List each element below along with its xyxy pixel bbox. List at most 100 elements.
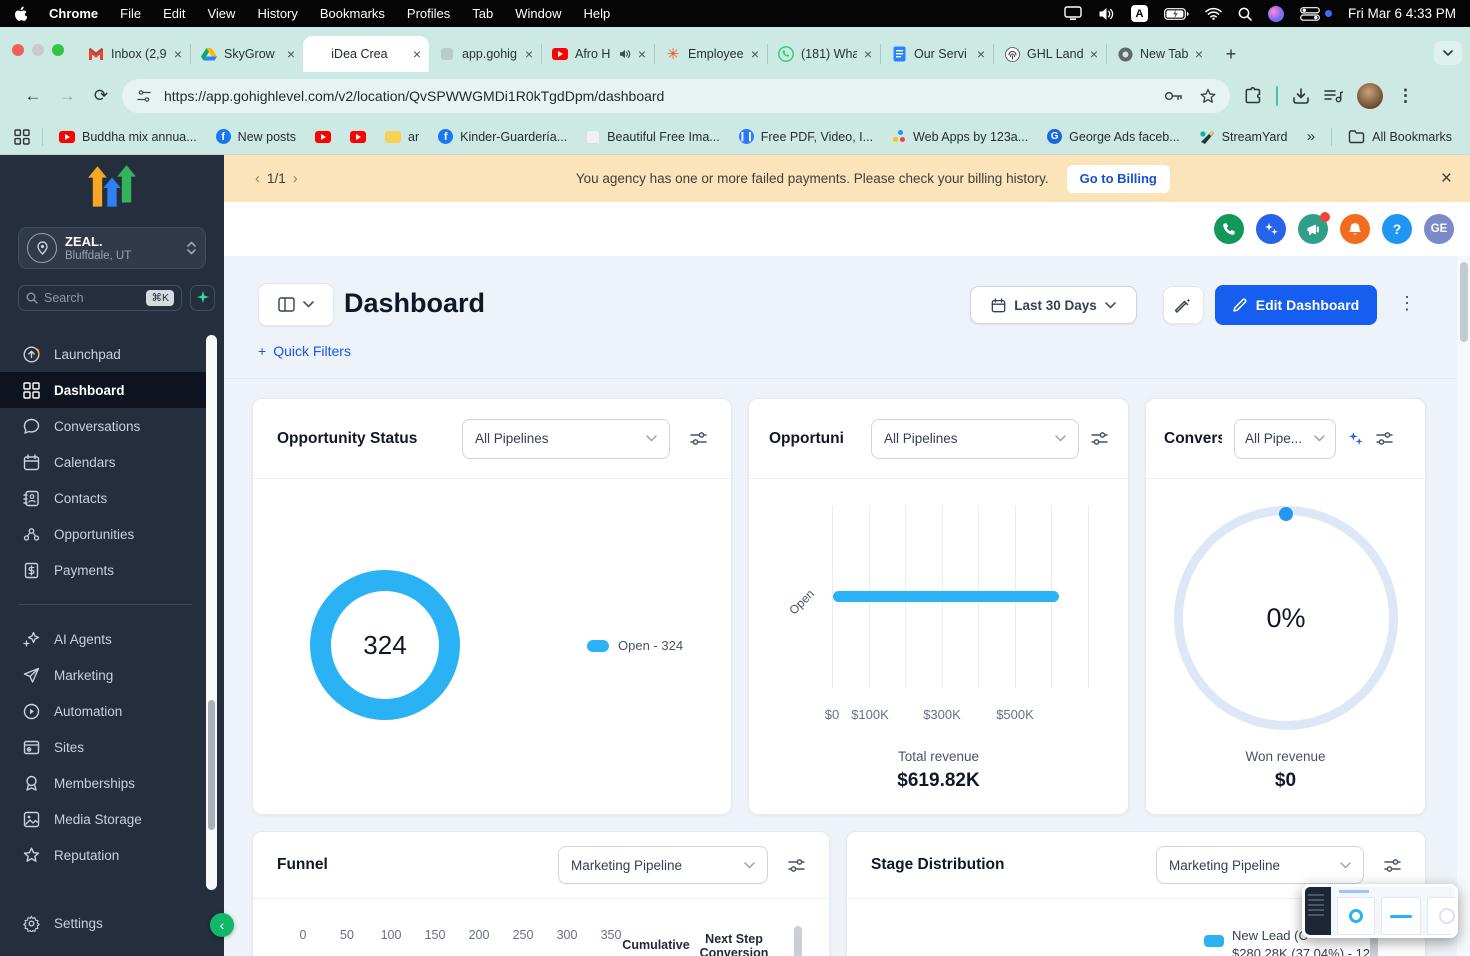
card-filter-icon[interactable] bbox=[1091, 430, 1108, 447]
menu-help[interactable]: Help bbox=[584, 6, 611, 21]
card-filter-icon[interactable] bbox=[788, 857, 805, 874]
sidebar-item-settings[interactable]: Settings bbox=[0, 905, 207, 941]
close-icon[interactable]: × bbox=[864, 47, 872, 61]
close-window-button[interactable] bbox=[12, 43, 24, 56]
sidebar-item-conversations[interactable]: Conversations bbox=[0, 408, 207, 444]
sidebar-item-contacts[interactable]: Contacts bbox=[0, 480, 207, 516]
menu-bookmarks[interactable]: Bookmarks bbox=[320, 6, 385, 21]
sidebar-item-media-storage[interactable]: Media Storage bbox=[0, 801, 207, 837]
sidebar-item-launchpad[interactable]: Launchpad bbox=[0, 336, 207, 372]
sidebar-item-opportunities[interactable]: Opportunities bbox=[0, 516, 207, 552]
sidebar-item-dashboard[interactable]: Dashboard bbox=[0, 372, 207, 408]
close-icon[interactable]: × bbox=[1195, 47, 1203, 61]
main-scrollbar-track[interactable] bbox=[1457, 256, 1470, 956]
bookmarks-overflow-chevron[interactable]: » bbox=[1307, 128, 1315, 145]
tab-search-button[interactable] bbox=[1434, 41, 1462, 65]
bookmark-beautiful-free-images[interactable]: Beautiful Free Ima... bbox=[586, 129, 720, 144]
extensions-icon[interactable] bbox=[1244, 86, 1262, 105]
tab-app-gohig[interactable]: app.gohig × bbox=[429, 36, 541, 72]
volume-icon[interactable] bbox=[1098, 7, 1115, 21]
sidebar-item-calendars[interactable]: Calendars bbox=[0, 444, 207, 480]
bookmark-youtube-1[interactable] bbox=[315, 130, 332, 143]
bookmark-free-pdf-video[interactable]: ❙❙ Free PDF, Video, I... bbox=[739, 129, 873, 144]
pipeline-select[interactable]: Marketing Pipeline bbox=[558, 846, 768, 884]
address-bar[interactable]: https://app.gohighlevel.com/v2/location/… bbox=[122, 78, 1230, 113]
sidebar-item-ai-agents[interactable]: AI Agents bbox=[0, 621, 207, 657]
bookmark-youtube-2[interactable] bbox=[350, 130, 367, 143]
close-icon[interactable]: × bbox=[413, 47, 421, 61]
menu-history[interactable]: History bbox=[257, 6, 297, 21]
edit-dashboard-button[interactable]: Edit Dashboard bbox=[1215, 285, 1377, 325]
close-icon[interactable]: × bbox=[751, 47, 759, 61]
input-source-icon[interactable]: A bbox=[1130, 5, 1148, 22]
profile-avatar[interactable] bbox=[1357, 82, 1383, 109]
chrome-menu-kebab[interactable]: ⋮ bbox=[1397, 86, 1414, 106]
dashboard-switcher-button[interactable] bbox=[258, 283, 334, 326]
ai-spark-button[interactable] bbox=[190, 285, 215, 311]
reload-button[interactable]: ⟳ bbox=[84, 86, 118, 106]
sidebar-item-reputation[interactable]: Reputation bbox=[0, 837, 207, 873]
tab-idea-crea-active[interactable]: iDea Crea × bbox=[303, 36, 429, 72]
zoom-window-button[interactable] bbox=[52, 43, 64, 56]
bookmark-ar[interactable]: ar bbox=[385, 130, 419, 144]
new-tab-button[interactable]: + bbox=[1217, 40, 1245, 68]
ai-insight-icon[interactable] bbox=[1348, 431, 1364, 447]
pipeline-select[interactable]: All Pipelines bbox=[871, 418, 1079, 459]
menu-file[interactable]: File bbox=[120, 6, 141, 21]
pipeline-select[interactable]: Marketing Pipeline bbox=[1156, 846, 1364, 884]
close-icon[interactable]: × bbox=[174, 47, 182, 61]
pipeline-select[interactable]: All Pipelines bbox=[462, 418, 670, 459]
menu-edit[interactable]: Edit bbox=[163, 6, 185, 21]
date-range-button[interactable]: Last 30 Days bbox=[970, 286, 1137, 324]
apps-grid-icon[interactable] bbox=[14, 128, 30, 145]
close-icon[interactable]: × bbox=[1090, 47, 1098, 61]
menu-tab[interactable]: Tab bbox=[472, 6, 493, 21]
banner-next-icon[interactable]: › bbox=[293, 170, 298, 187]
close-icon[interactable]: × bbox=[525, 47, 533, 61]
siri-icon[interactable] bbox=[1267, 5, 1284, 22]
banner-prev-icon[interactable]: ‹ bbox=[255, 170, 260, 187]
tab-our-services[interactable]: Our Servi × bbox=[881, 36, 993, 72]
menu-chrome[interactable]: Chrome bbox=[49, 6, 98, 21]
bookmark-streamyard[interactable]: StreamYard bbox=[1199, 130, 1287, 144]
forward-button[interactable]: → bbox=[50, 86, 84, 106]
screenshot-preview-thumbnail[interactable] bbox=[1302, 884, 1458, 938]
display-icon[interactable] bbox=[1064, 6, 1082, 21]
password-key-icon[interactable] bbox=[1164, 90, 1184, 102]
sidebar-item-automation[interactable]: Automation bbox=[0, 693, 207, 729]
tab-ghl-landing[interactable]: GHL Land × bbox=[994, 36, 1106, 72]
sidebar-item-memberships[interactable]: Memberships bbox=[0, 765, 207, 801]
menu-view[interactable]: View bbox=[207, 6, 235, 21]
announcements-button[interactable] bbox=[1298, 212, 1330, 244]
tab-skygrow[interactable]: SkyGrow × bbox=[191, 36, 303, 72]
menubar-clock[interactable]: Fri Mar 6 4:33 PM bbox=[1348, 6, 1456, 21]
help-button[interactable]: ? bbox=[1382, 214, 1412, 244]
card-filter-icon[interactable] bbox=[1384, 857, 1401, 874]
main-scrollbar-thumb[interactable] bbox=[1460, 262, 1468, 342]
banner-close-icon[interactable]: × bbox=[1441, 168, 1452, 190]
close-icon[interactable]: × bbox=[287, 47, 295, 61]
opportunity-status-donut[interactable]: 324 bbox=[310, 570, 460, 720]
pipeline-select[interactable]: All Pipe... bbox=[1234, 418, 1336, 459]
tab-whatsapp[interactable]: (181) Wha × bbox=[768, 36, 880, 72]
site-settings-icon[interactable] bbox=[136, 88, 152, 104]
phone-button[interactable] bbox=[1214, 214, 1244, 244]
close-icon[interactable]: × bbox=[977, 47, 985, 61]
dashboard-options-kebab[interactable]: ⋮ bbox=[1398, 293, 1416, 314]
user-avatar-initials[interactable]: GE bbox=[1424, 214, 1454, 244]
card-filter-icon[interactable] bbox=[1376, 430, 1393, 447]
tab-afro[interactable]: Afro H × bbox=[542, 36, 654, 72]
back-button[interactable]: ← bbox=[16, 86, 50, 106]
sidebar-search-input[interactable]: Search ⌘K bbox=[18, 285, 182, 311]
tab-employee[interactable]: ✳ Employee × bbox=[655, 36, 767, 72]
close-icon[interactable]: × bbox=[638, 47, 646, 61]
funnel-scrollbar-thumb[interactable] bbox=[794, 926, 802, 956]
spotlight-icon[interactable] bbox=[1238, 7, 1252, 21]
reading-list-icon[interactable] bbox=[1324, 88, 1343, 104]
bookmark-star-icon[interactable] bbox=[1200, 88, 1216, 104]
apple-icon[interactable] bbox=[14, 6, 27, 21]
tab-new-tab[interactable]: New Tab × bbox=[1107, 36, 1211, 72]
sidebar-item-marketing[interactable]: Marketing bbox=[0, 657, 207, 693]
notifications-bell-button[interactable] bbox=[1340, 214, 1370, 244]
go-to-billing-button[interactable]: Go to Billing bbox=[1066, 164, 1170, 193]
